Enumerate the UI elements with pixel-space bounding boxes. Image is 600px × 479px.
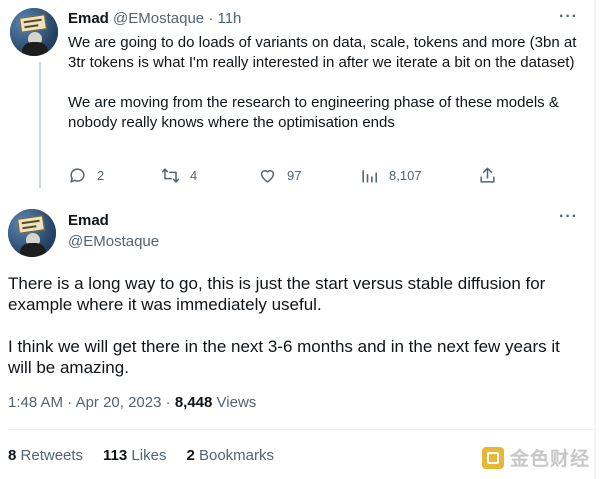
bookmarks-stat[interactable]: 2 Bookmarks	[186, 447, 274, 464]
tweet-paragraph: I think we will get there in the next 3-…	[8, 337, 560, 377]
tweet-time[interactable]: 1:48 AM	[8, 394, 63, 411]
separator: ·	[67, 394, 73, 411]
display-name[interactable]: Emad	[68, 10, 109, 27]
scrollbar-edge	[594, 0, 596, 479]
bookmarks-label: Bookmarks	[198, 447, 274, 464]
avatar-body	[22, 42, 48, 56]
avatar[interactable]	[8, 209, 56, 257]
retweet-button[interactable]: 4	[161, 166, 197, 185]
retweet-icon	[161, 168, 180, 183]
views-count: 8,107	[389, 168, 422, 183]
divider	[8, 429, 594, 430]
engagement-stats: 8 Retweets 113 Likes 2 Bookmarks	[8, 447, 294, 464]
user-handle[interactable]: @EMostaque	[113, 10, 204, 27]
bookmarks-count: 2	[186, 447, 195, 464]
tweet-paragraph: We are moving from the research to engin…	[68, 94, 559, 131]
like-icon	[260, 169, 275, 183]
retweet-count: 4	[190, 168, 198, 183]
thread-connector-line	[39, 62, 41, 188]
retweets-label: Retweets	[20, 447, 84, 464]
tweet-actions: 2 4 97 8,107	[68, 166, 508, 188]
tweet-time[interactable]: 11h	[217, 10, 241, 27]
views-icon	[362, 169, 378, 183]
share-button[interactable]	[478, 166, 507, 185]
watermark-logo-icon	[482, 446, 504, 469]
views-button[interactable]: 8,107	[360, 166, 422, 185]
display-name[interactable]: Emad	[68, 212, 109, 229]
likes-label: Likes	[131, 447, 167, 464]
tweet-paragraph: There is a long way to go, this is just …	[8, 274, 546, 314]
user-handle[interactable]: @EMostaque	[68, 233, 159, 250]
likes-stat[interactable]: 113 Likes	[103, 447, 166, 464]
more-icon[interactable]: ···	[559, 208, 578, 226]
views-count: 8,448	[174, 394, 213, 411]
tweet-text: We are going to do loads of variants on …	[68, 33, 588, 133]
like-button[interactable]: 97	[258, 166, 301, 185]
tweet-meta: 1:48 AM · Apr 20, 2023 · 8,448 Views	[8, 394, 256, 411]
retweets-stat[interactable]: 8 Retweets	[8, 447, 83, 464]
more-icon[interactable]: ···	[559, 8, 578, 26]
likes-count: 113	[103, 447, 128, 464]
share-icon	[480, 167, 495, 183]
retweets-count: 8	[8, 447, 17, 464]
watermark: 金色财经	[482, 444, 590, 471]
avatar-body	[20, 243, 46, 257]
reply-count: 2	[97, 168, 105, 183]
tweet-text: There is a long way to go, this is just …	[8, 273, 588, 378]
separator: ·	[165, 394, 171, 411]
reply-button[interactable]: 2	[68, 166, 104, 185]
separator: ·	[208, 10, 214, 27]
views-label: Views	[216, 394, 257, 411]
tweet-date[interactable]: Apr 20, 2023	[76, 394, 162, 411]
watermark-text: 金色财经	[510, 449, 591, 470]
reply-icon	[70, 168, 85, 183]
avatar[interactable]	[10, 8, 58, 56]
tweet-paragraph: We are going to do loads of variants on …	[68, 34, 577, 71]
like-count: 97	[287, 168, 302, 183]
tweet-header: Emad @EMostaque · 11h	[68, 10, 241, 27]
